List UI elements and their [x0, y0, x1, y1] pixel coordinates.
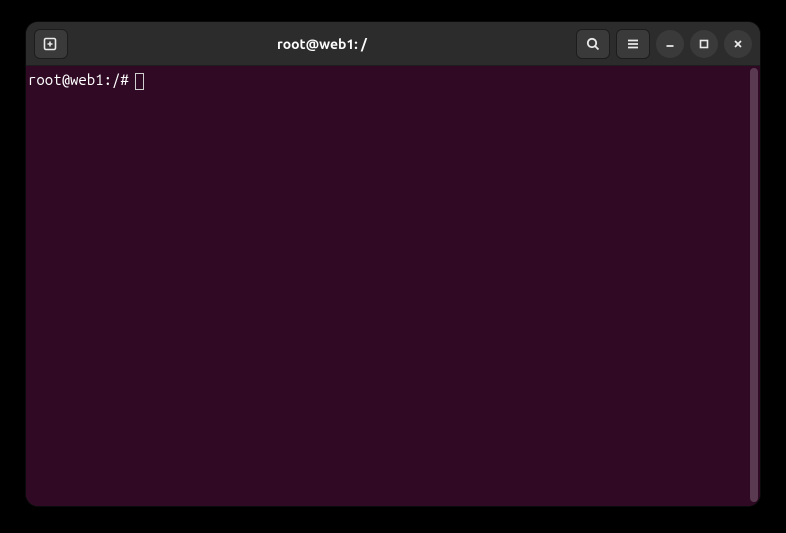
- text-cursor: [135, 73, 144, 90]
- menu-button[interactable]: [616, 29, 650, 59]
- shell-prompt: root@web1:/#: [28, 70, 129, 90]
- terminal-window: root@web1: /: [26, 22, 760, 506]
- terminal-area[interactable]: root@web1:/#: [26, 66, 760, 506]
- maximize-icon: [698, 38, 710, 50]
- search-icon: [585, 36, 601, 52]
- minimize-button[interactable]: [656, 30, 684, 58]
- hamburger-icon: [625, 36, 641, 52]
- maximize-button[interactable]: [690, 30, 718, 58]
- minimize-icon: [664, 38, 676, 50]
- terminal-line: root@web1:/#: [28, 70, 758, 90]
- search-button[interactable]: [576, 29, 610, 59]
- new-tab-icon: [42, 35, 60, 53]
- titlebar: root@web1: /: [26, 22, 760, 66]
- new-tab-button[interactable]: [34, 29, 68, 59]
- close-icon: [732, 38, 744, 50]
- titlebar-left: [34, 29, 68, 59]
- scrollbar[interactable]: [750, 68, 758, 502]
- close-button[interactable]: [724, 30, 752, 58]
- window-title: root@web1: /: [74, 36, 570, 52]
- titlebar-right: [576, 29, 752, 59]
